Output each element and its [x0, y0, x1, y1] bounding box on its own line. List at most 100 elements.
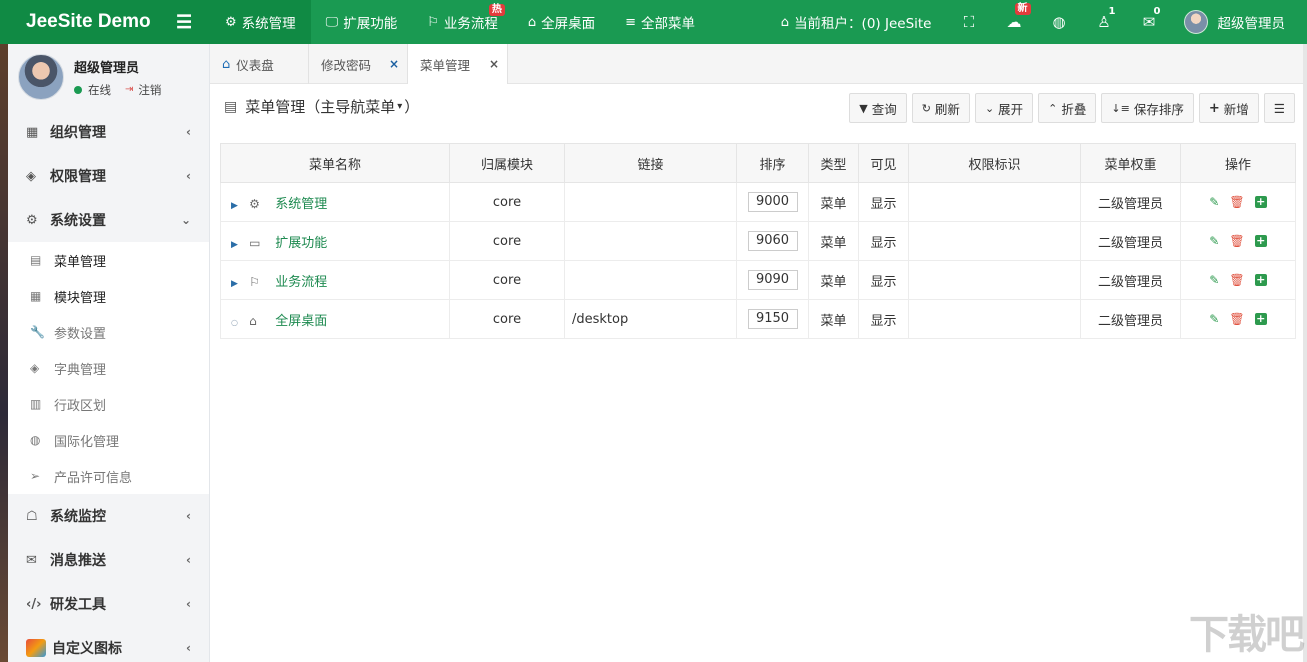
add-child-icon[interactable]: +: [1254, 274, 1267, 286]
flag-icon: ⚐: [249, 274, 260, 289]
more-menu-button[interactable]: ☰: [1263, 93, 1295, 123]
page-tabs: ⌂ 仪表盘 修改密码 × 菜单管理 ×: [210, 44, 1307, 84]
home-icon: ⌂: [527, 14, 537, 30]
sidebar-item-dict[interactable]: ◈ 字典管理: [8, 350, 209, 386]
col-header-module[interactable]: 归属模块: [449, 143, 565, 183]
trash-icon[interactable]: 🗑: [1229, 234, 1244, 248]
logout-link[interactable]: 注销: [138, 82, 161, 98]
trash-icon[interactable]: 🗑: [1229, 312, 1244, 326]
table-row: ▶ ⚙ 系统管理 core 9000 菜单 显示 二级管理员 ✎ 🗑 +: [220, 182, 1296, 222]
sort-input[interactable]: 9090: [747, 270, 798, 290]
weight-cell: 二级管理员: [1080, 260, 1181, 300]
close-icon[interactable]: ×: [489, 57, 499, 71]
sort-input[interactable]: 9000: [747, 192, 798, 212]
col-header-weight[interactable]: 菜单权重: [1080, 143, 1181, 183]
sidebar-item-license[interactable]: ➢ 产品许可信息: [8, 458, 209, 494]
perm-cell: [908, 182, 1081, 222]
sidebar-item-area[interactable]: ▥ 行政区划: [8, 386, 209, 422]
new-badge: 新: [1014, 3, 1031, 15]
globe-icon: ◍: [30, 433, 41, 447]
edit-icon[interactable]: ✎: [1209, 312, 1219, 326]
trash-icon[interactable]: 🗑: [1229, 195, 1244, 209]
type-cell: 菜单: [808, 260, 859, 300]
expand-row-icon[interactable]: ▶: [231, 201, 238, 211]
topnav-item-extensions[interactable]: 🖵 扩展功能: [311, 0, 413, 44]
expand-button[interactable]: ⌄ 展开: [974, 93, 1034, 123]
tab-menu-manage[interactable]: 菜单管理 ×: [408, 44, 508, 84]
close-icon[interactable]: ×: [389, 57, 399, 71]
sort-input[interactable]: 9060: [747, 231, 798, 251]
sidebar-group-settings[interactable]: ⚙ 系统设置 ⌄: [8, 198, 209, 242]
expand-row-icon[interactable]: ▶: [231, 279, 238, 289]
topnav-item-system[interactable]: ⚙ 系统管理: [210, 0, 311, 44]
caret-down-icon[interactable]: ▾: [397, 101, 402, 112]
topnav-item-workflow[interactable]: ⚐ 业务流程 热: [412, 0, 513, 44]
add-child-icon[interactable]: +: [1254, 235, 1267, 247]
refresh-button[interactable]: ↻ 刷新: [911, 93, 970, 123]
sidebar-group-org[interactable]: ▦ 组织管理 ‹: [8, 110, 209, 154]
menu-name-link[interactable]: 系统管理: [275, 197, 327, 212]
table-row: ▶ ▭ 扩展功能 core 9060 菜单 显示 二级管理员 ✎ 🗑 +: [220, 221, 1296, 261]
user-menu[interactable]: 超级管理员: [1172, 0, 1307, 44]
sidebar-item-i18n[interactable]: ◍ 国际化管理: [8, 422, 209, 458]
sidebar-group-message[interactable]: ✉ 消息推送 ‹: [8, 538, 209, 582]
home-icon: ⌂: [222, 56, 231, 72]
save-sort-button[interactable]: ↓≡ 保存排序: [1101, 93, 1194, 123]
sidebar-group-permission[interactable]: ◈ 权限管理 ‹: [8, 154, 209, 198]
page-title-text: 菜单管理（主导航菜单: [245, 98, 396, 116]
sidebar-item-module-manage[interactable]: ▦ 模块管理: [8, 278, 209, 314]
expand-row-icon[interactable]: ▶: [231, 240, 238, 250]
brand[interactable]: JeeSite Demo ☰: [0, 0, 210, 44]
collapse-button[interactable]: ⌃ 折叠: [1038, 93, 1097, 123]
grid-icon: ▦: [26, 124, 39, 140]
edit-icon[interactable]: ✎: [1209, 195, 1219, 209]
table-row: ▶ ⚐ 业务流程 core 9090 菜单 显示 二级管理员 ✎ 🗑 +: [220, 260, 1296, 300]
tab-dashboard[interactable]: ⌂ 仪表盘: [210, 44, 309, 84]
sub-label: 产品许可信息: [54, 470, 133, 486]
type-cell: 菜单: [808, 299, 859, 339]
menu-toggle-icon[interactable]: ☰: [176, 12, 192, 33]
sort-input[interactable]: 9150: [747, 309, 798, 329]
edit-icon[interactable]: ✎: [1209, 234, 1219, 248]
notification-button[interactable]: ♙ 1: [1082, 0, 1127, 44]
group-label: 系统监控: [50, 509, 106, 525]
group-label: 组织管理: [50, 125, 106, 141]
desktop-background-strip: [0, 44, 8, 662]
fullscreen-button[interactable]: ⛶: [947, 0, 992, 44]
sidebar-item-menu-manage[interactable]: ▤ 菜单管理: [8, 242, 209, 278]
trash-icon[interactable]: 🗑: [1229, 273, 1244, 287]
add-child-icon[interactable]: +: [1254, 196, 1267, 208]
theme-button[interactable]: ☁ 新: [992, 0, 1037, 44]
logout-icon[interactable]: ⇥: [125, 84, 133, 95]
sub-label: 字典管理: [54, 362, 107, 378]
tenant-switch[interactable]: ⌂ 当前租户：(0) JeeSite: [766, 0, 947, 44]
col-header-sort[interactable]: 排序: [736, 143, 809, 183]
edit-icon[interactable]: ✎: [1209, 273, 1219, 287]
language-button[interactable]: ◍: [1037, 0, 1082, 44]
col-header-url[interactable]: 链接: [564, 143, 737, 183]
col-header-type[interactable]: 类型: [808, 143, 859, 183]
module-cell: core: [449, 221, 565, 261]
add-child-icon[interactable]: +: [1254, 313, 1267, 325]
mail-button[interactable]: ✉ 0: [1127, 0, 1172, 44]
col-header-visible[interactable]: 可见: [858, 143, 909, 183]
add-button[interactable]: + 新增: [1198, 93, 1259, 123]
topnav-item-all-menus[interactable]: ≡ 全部菜单: [610, 0, 710, 44]
menu-name-link[interactable]: 全屏桌面: [275, 314, 327, 329]
window-scrollbar[interactable]: [1303, 44, 1307, 662]
sidebar-group-custom-icons[interactable]: 自定义图标 ‹: [8, 626, 209, 662]
button-label: 折叠: [1061, 101, 1087, 117]
menu-name-link[interactable]: 扩展功能: [275, 236, 327, 251]
query-button[interactable]: ▼ 查询: [849, 93, 907, 123]
col-header-actions: 操作: [1180, 143, 1296, 183]
tab-change-password[interactable]: 修改密码 ×: [309, 44, 408, 84]
topnav-item-desktop[interactable]: ⌂ 全屏桌面: [513, 0, 610, 44]
sub-label: 菜单管理: [54, 254, 107, 270]
sidebar-group-devtools[interactable]: ‹/› 研发工具 ‹: [8, 582, 209, 626]
col-header-name[interactable]: 菜单名称: [220, 143, 450, 183]
col-header-perm[interactable]: 权限标识: [908, 143, 1081, 183]
menu-name-link[interactable]: 业务流程: [275, 275, 327, 290]
sidebar-group-monitor[interactable]: ☖ 系统监控 ‹: [8, 494, 209, 538]
tab-label: 修改密码: [321, 57, 372, 73]
sidebar-item-params[interactable]: 🔧 参数设置: [8, 314, 209, 350]
